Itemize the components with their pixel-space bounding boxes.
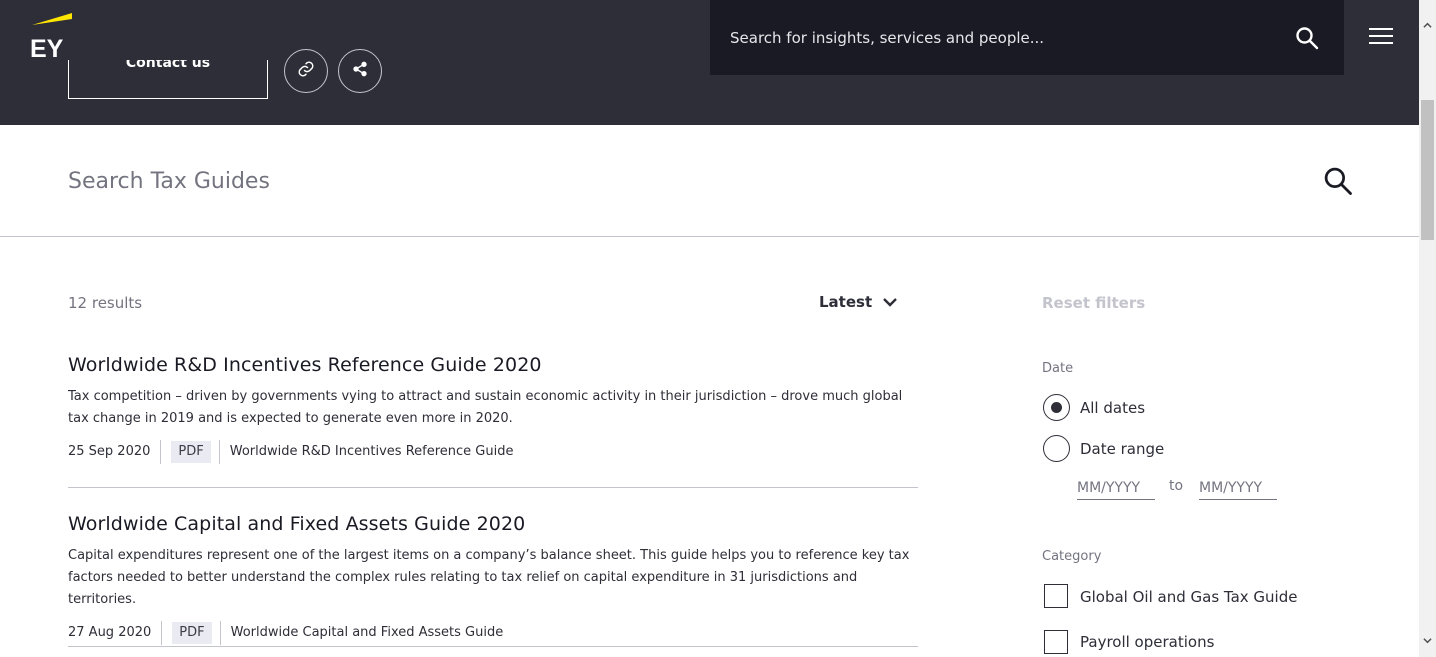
checkbox-global-oil-gas[interactable] — [1044, 584, 1068, 608]
date-to-input[interactable] — [1199, 477, 1277, 500]
date-from-input[interactable] — [1077, 477, 1155, 500]
result-title[interactable]: Worldwide R&D Incentives Reference Guide… — [68, 354, 918, 376]
scroll-up-arrow-icon[interactable] — [1423, 15, 1432, 34]
result-meta: 25 Sep 2020 PDF Worldwide R&D Incentives… — [68, 440, 918, 464]
results-count: 12 results — [68, 294, 143, 312]
scrollbar[interactable] — [1419, 0, 1436, 657]
link-icon — [297, 60, 315, 82]
chevron-down-icon — [882, 293, 898, 311]
date-to-label: to — [1169, 478, 1184, 494]
file-type-badge: PDF — [171, 441, 211, 463]
radio-date-range[interactable] — [1043, 435, 1070, 462]
svg-text:EY: EY — [30, 35, 64, 59]
share-icon — [352, 61, 368, 81]
search-icon[interactable] — [1295, 26, 1319, 54]
contact-us-button[interactable]: Contact us — [68, 60, 268, 99]
result-item[interactable]: Worldwide R&D Incentives Reference Guide… — [68, 354, 918, 488]
search-icon[interactable] — [1323, 166, 1353, 200]
category-filter-label: Category — [1042, 549, 1102, 564]
tax-guide-search — [0, 125, 1419, 237]
result-item[interactable]: Worldwide Capital and Fixed Assets Guide… — [68, 513, 918, 647]
site-header: EY Contact us — [0, 0, 1419, 125]
menu-icon[interactable] — [1369, 28, 1393, 48]
contact-us-label: Contact us — [125, 60, 211, 71]
site-search-bar — [710, 0, 1344, 75]
radio-all-dates[interactable] — [1043, 394, 1070, 421]
all-dates-label[interactable]: All dates — [1080, 399, 1145, 417]
tax-guide-search-input[interactable] — [68, 155, 1268, 207]
share-button[interactable] — [338, 49, 382, 93]
file-type-badge: PDF — [172, 622, 212, 644]
scroll-down-arrow-icon[interactable] — [1423, 630, 1432, 649]
checkbox-payroll-operations[interactable] — [1044, 630, 1068, 654]
sort-label: Latest — [819, 293, 873, 311]
result-description: Capital expenditures represent one of th… — [68, 548, 910, 607]
result-meta: 27 Aug 2020 PDF Worldwide Capital and Fi… — [68, 621, 918, 645]
reset-filters-button[interactable]: Reset filters — [1042, 294, 1145, 312]
date-range-label[interactable]: Date range — [1080, 440, 1164, 458]
ey-logo[interactable]: EY — [30, 13, 74, 59]
result-description: Tax competition – driven by governments … — [68, 389, 903, 426]
sort-dropdown[interactable]: Latest — [819, 293, 898, 311]
result-title[interactable]: Worldwide Capital and Fixed Assets Guide… — [68, 513, 918, 535]
payroll-operations-label[interactable]: Payroll operations — [1080, 633, 1214, 651]
date-filter-label: Date — [1042, 361, 1074, 376]
result-date: 25 Sep 2020 — [68, 440, 162, 464]
copy-link-button[interactable] — [284, 49, 328, 93]
result-source: Worldwide R&D Incentives Reference Guide — [218, 440, 513, 464]
scrollbar-thumb[interactable] — [1421, 100, 1434, 240]
site-search-input[interactable] — [710, 0, 1280, 75]
global-oil-gas-label[interactable]: Global Oil and Gas Tax Guide — [1080, 588, 1297, 606]
result-date: 27 Aug 2020 — [68, 621, 163, 645]
result-source: Worldwide Capital and Fixed Assets Guide — [219, 621, 503, 645]
